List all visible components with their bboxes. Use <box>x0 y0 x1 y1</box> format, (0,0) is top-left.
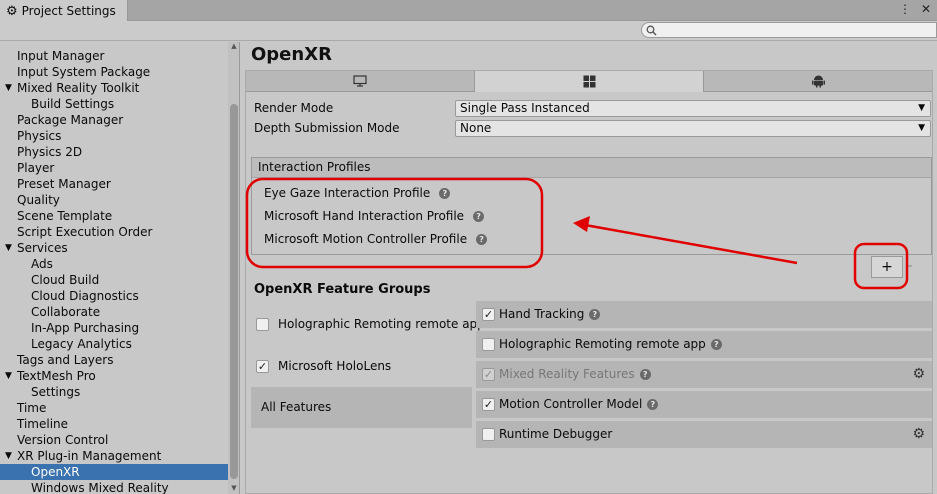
annotation-profiles-highlight <box>245 177 544 269</box>
annotation-add-highlight <box>853 242 909 290</box>
annotation-arrow-line <box>584 223 798 265</box>
annotation-overlay <box>245 177 909 290</box>
project-settings-window: ⚙ Project Settings ⋮ ✕ - Input Manager I… <box>0 0 937 494</box>
annotation-arrow-head <box>573 216 590 232</box>
